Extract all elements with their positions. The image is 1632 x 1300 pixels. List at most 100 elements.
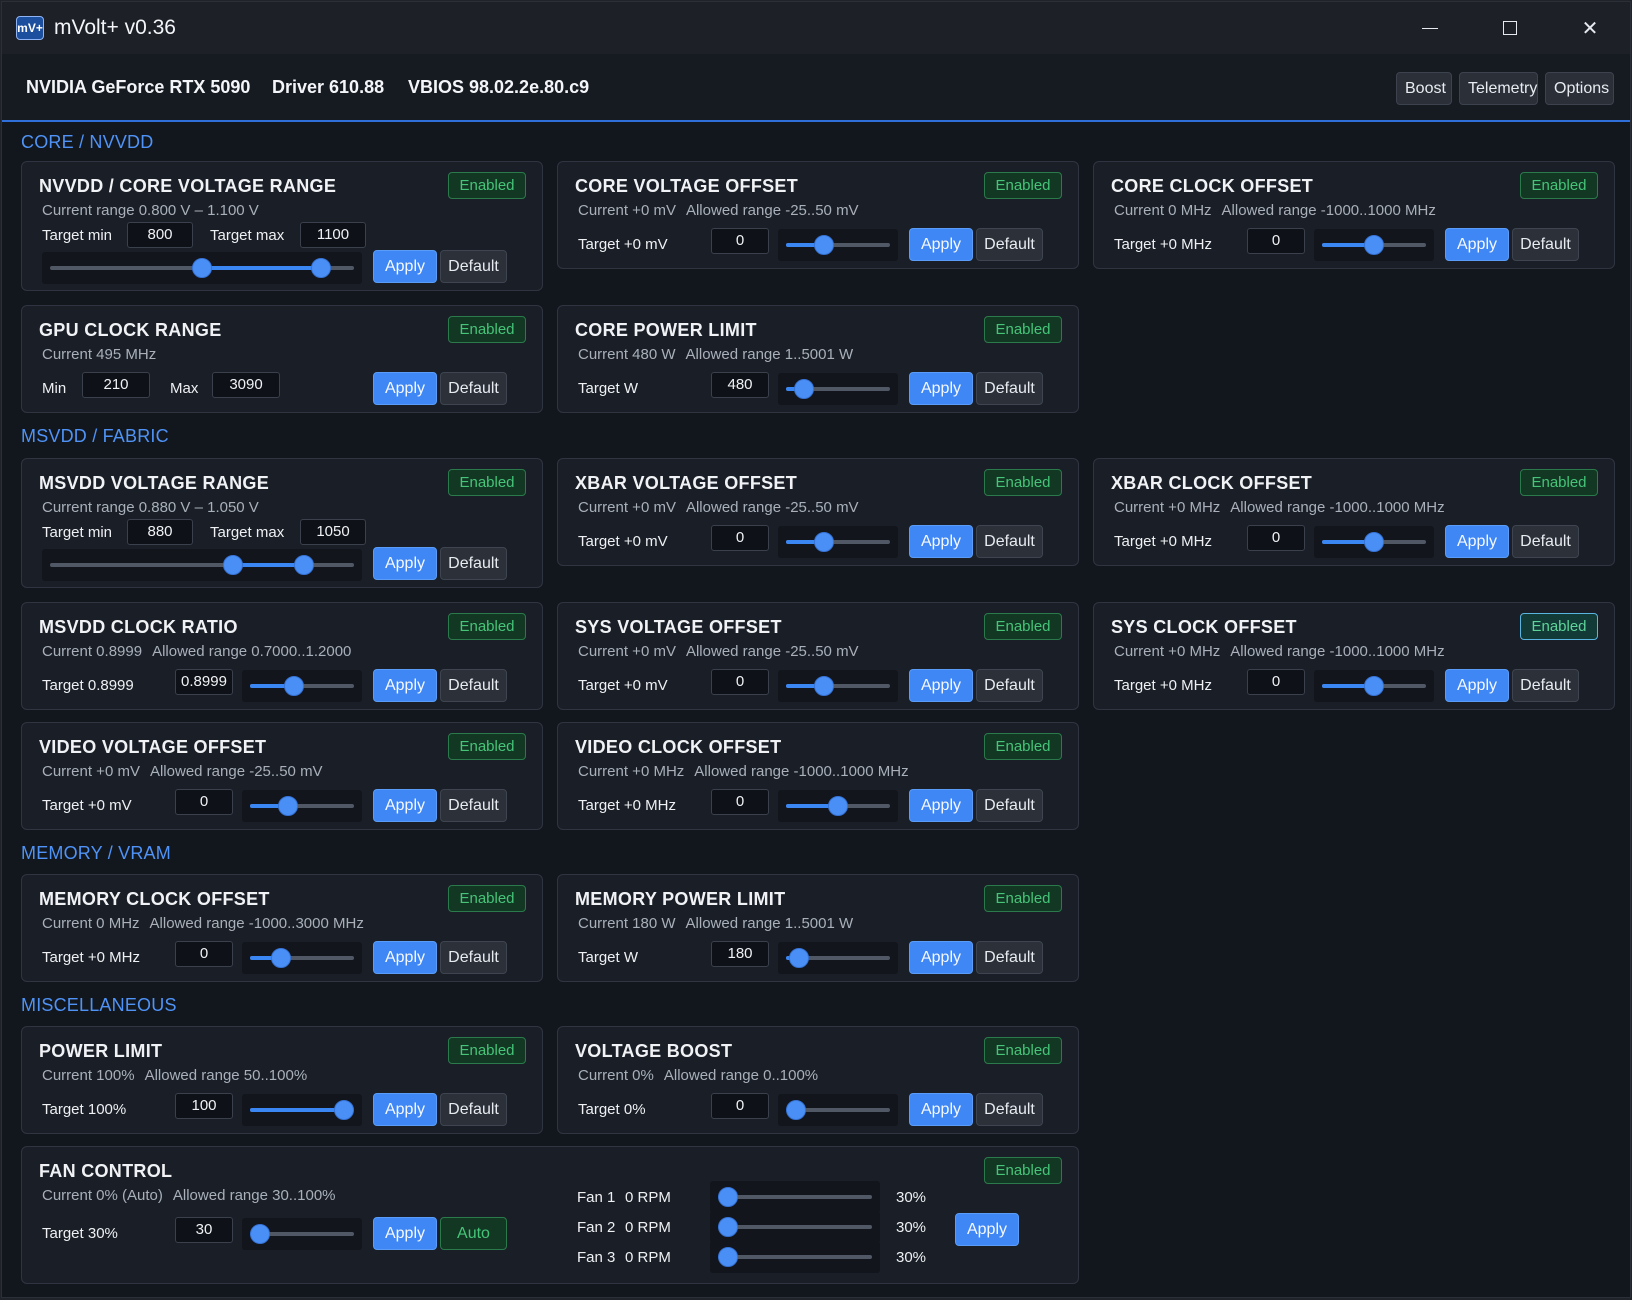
slider-thumb[interactable] <box>718 1247 738 1267</box>
default-button[interactable]: Default <box>440 250 507 283</box>
default-button[interactable]: Default <box>976 228 1043 261</box>
enabled-toggle[interactable]: Enabled <box>984 733 1062 760</box>
slider[interactable] <box>710 1211 880 1243</box>
slider-thumb[interactable] <box>794 379 815 399</box>
maximize-button[interactable] <box>1470 2 1550 54</box>
slider-thumb[interactable] <box>250 1224 270 1244</box>
target-input[interactable]: 100 <box>175 1093 233 1119</box>
slider[interactable] <box>242 942 362 974</box>
slider[interactable] <box>242 1094 362 1126</box>
slider-thumb-min[interactable] <box>192 258 212 278</box>
slider[interactable] <box>778 942 898 974</box>
target-input[interactable]: 0 <box>1247 525 1305 551</box>
apply-button[interactable]: Apply <box>1445 669 1509 702</box>
enabled-toggle[interactable]: Enabled <box>448 316 526 343</box>
max-input[interactable]: 3090 <box>212 372 280 398</box>
enabled-toggle[interactable]: Enabled <box>984 316 1062 343</box>
slider-thumb[interactable] <box>813 676 834 696</box>
target-input[interactable]: 0 <box>711 789 769 815</box>
enabled-toggle[interactable]: Enabled <box>448 613 526 640</box>
slider-thumb[interactable] <box>1364 532 1384 552</box>
target-input[interactable]: 0.8999 <box>175 669 233 695</box>
slider-thumb[interactable] <box>786 1100 806 1120</box>
slider[interactable] <box>778 1094 898 1126</box>
default-button[interactable]: Default <box>1512 228 1579 261</box>
default-button[interactable]: Default <box>976 1093 1043 1126</box>
enabled-toggle[interactable]: Enabled <box>448 1037 526 1064</box>
default-button[interactable]: Default <box>440 547 507 580</box>
slider-thumb-min[interactable] <box>223 555 244 575</box>
target-input[interactable]: 0 <box>711 669 769 695</box>
slider[interactable] <box>778 229 898 261</box>
default-button[interactable]: Default <box>440 789 507 822</box>
slider[interactable] <box>242 670 362 702</box>
target-max-input[interactable]: 1100 <box>300 222 366 248</box>
slider-thumb-max[interactable] <box>311 258 332 278</box>
enabled-toggle[interactable]: Enabled <box>984 172 1062 199</box>
apply-button[interactable]: Apply <box>909 525 973 558</box>
default-button[interactable]: Default <box>1512 525 1579 558</box>
target-input[interactable]: 0 <box>711 228 769 254</box>
enabled-toggle[interactable]: Enabled <box>448 172 526 199</box>
auto-button[interactable]: Auto <box>440 1217 507 1250</box>
enabled-toggle[interactable]: Enabled <box>984 885 1062 912</box>
close-button[interactable]: ✕ <box>1550 2 1630 54</box>
target-min-input[interactable]: 800 <box>127 222 193 248</box>
slider-thumb[interactable] <box>1364 235 1384 255</box>
target-input[interactable]: 30 <box>175 1217 233 1243</box>
slider[interactable] <box>1314 670 1434 702</box>
enabled-toggle[interactable]: Enabled <box>984 469 1062 496</box>
slider-thumb[interactable] <box>271 948 291 968</box>
slider-thumb[interactable] <box>334 1100 354 1120</box>
apply-button[interactable]: Apply <box>373 669 437 702</box>
default-button[interactable]: Default <box>440 669 507 702</box>
default-button[interactable]: Default <box>976 789 1043 822</box>
slider[interactable] <box>778 790 898 822</box>
slider[interactable] <box>778 670 898 702</box>
default-button[interactable]: Default <box>976 941 1043 974</box>
enabled-toggle[interactable]: Enabled <box>448 469 526 496</box>
apply-button[interactable]: Apply <box>909 669 973 702</box>
enabled-toggle[interactable]: Enabled <box>1520 613 1598 640</box>
slider[interactable] <box>242 790 362 822</box>
apply-button[interactable]: Apply <box>373 1093 437 1126</box>
range-slider[interactable] <box>42 252 362 284</box>
slider[interactable] <box>242 1218 362 1250</box>
enabled-toggle[interactable]: Enabled <box>1520 172 1598 199</box>
fan-apply-button[interactable]: Apply <box>955 1213 1019 1246</box>
slider[interactable] <box>710 1181 880 1213</box>
enabled-toggle[interactable]: Enabled <box>448 885 526 912</box>
apply-button[interactable]: Apply <box>909 372 973 405</box>
slider-thumb-max[interactable] <box>294 555 315 575</box>
target-input[interactable]: 0 <box>1247 669 1305 695</box>
slider[interactable] <box>710 1241 880 1273</box>
enabled-toggle[interactable]: Enabled <box>448 733 526 760</box>
default-button[interactable]: Default <box>976 525 1043 558</box>
apply-button[interactable]: Apply <box>373 372 437 405</box>
default-button[interactable]: Default <box>440 372 507 405</box>
target-input[interactable]: 0 <box>1247 228 1305 254</box>
target-input[interactable]: 0 <box>711 525 769 551</box>
slider[interactable] <box>778 526 898 558</box>
default-button[interactable]: Default <box>976 372 1043 405</box>
target-input[interactable]: 0 <box>175 941 233 967</box>
min-input[interactable]: 210 <box>82 372 150 398</box>
enabled-toggle[interactable]: Enabled <box>1520 469 1598 496</box>
apply-button[interactable]: Apply <box>909 941 973 974</box>
range-slider[interactable] <box>42 549 362 581</box>
default-button[interactable]: Default <box>976 669 1043 702</box>
slider-thumb[interactable] <box>718 1187 738 1207</box>
enabled-toggle[interactable]: Enabled <box>984 1037 1062 1064</box>
slider-thumb[interactable] <box>828 796 848 816</box>
apply-button[interactable]: Apply <box>1445 228 1509 261</box>
apply-button[interactable]: Apply <box>1445 525 1509 558</box>
apply-button[interactable]: Apply <box>373 547 437 580</box>
apply-button[interactable]: Apply <box>373 789 437 822</box>
telemetry-button[interactable]: Telemetry <box>1459 72 1538 105</box>
apply-button[interactable]: Apply <box>909 228 973 261</box>
apply-button[interactable]: Apply <box>373 1217 437 1250</box>
target-input[interactable]: 480 <box>711 372 769 398</box>
slider-thumb[interactable] <box>283 676 304 696</box>
default-button[interactable]: Default <box>440 1093 507 1126</box>
slider[interactable] <box>1314 526 1434 558</box>
